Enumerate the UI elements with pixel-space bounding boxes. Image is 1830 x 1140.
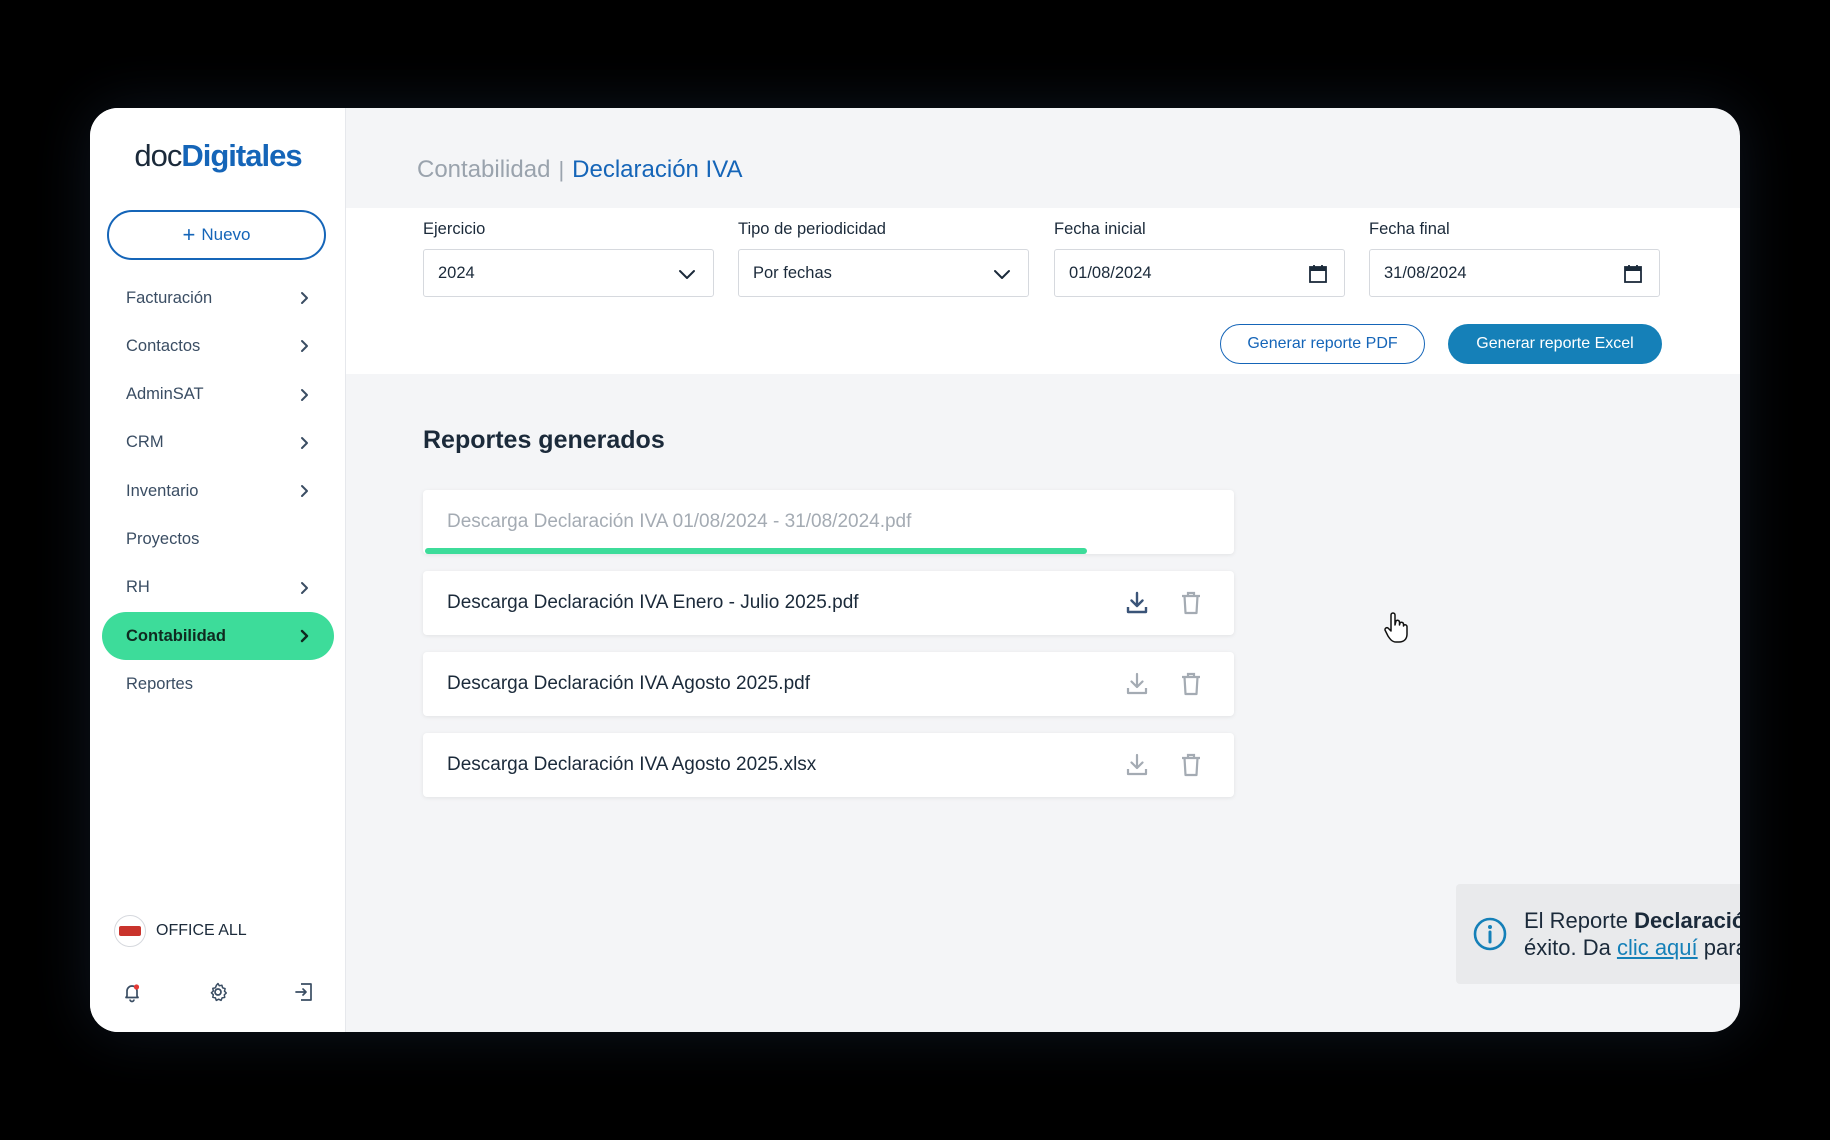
reports-title: Reportes generados [423,426,665,454]
fecha-inicial-value: 01/08/2024 [1069,263,1152,282]
info-icon [1473,917,1507,951]
chevron-right-icon [301,292,308,304]
sidebar-item-label: Contactos [126,336,201,355]
trash-icon[interactable] [1177,589,1205,617]
sidebar-item-facturacion[interactable]: Facturación [102,274,334,322]
sidebar-item-label: RH [126,578,150,597]
report-item: Descarga Declaración IVA Enero - Julio 2… [423,571,1234,635]
chevron-right-icon [301,388,308,401]
sidebar: docDigitales + Nuevo Facturación Contact… [90,108,346,1032]
new-button-label: Nuevo [201,225,251,244]
report-item: Descarga Declaración IVA Agosto 2025.xls… [423,733,1234,797]
new-button[interactable]: + Nuevo [107,210,326,260]
sidebar-item-label: Proyectos [126,529,200,548]
progress-bar-fill [425,548,1087,554]
breadcrumb: Contabilidad | Declaración IVA [417,156,742,184]
sidebar-item-crm[interactable]: CRM [102,419,334,467]
chevron-right-icon [301,340,308,353]
hand-cursor-icon [1384,612,1408,643]
organization-logo [114,915,146,947]
success-toast: El Reporte Declaración IVA se generó con… [1456,884,1740,984]
sidebar-item-label: Contabilidad [126,626,226,645]
chevron-down-icon [994,270,1010,279]
reports-list: Descarga Declaración IVA 01/08/2024 - 31… [423,490,1234,814]
report-name: Descarga Declaración IVA Enero - Julio 2… [447,592,859,613]
main-content: Contabilidad | Declaración IVA Ejercicio… [346,108,1740,1032]
fecha-final-input[interactable]: 31/08/2024 [1369,249,1660,297]
fecha-inicial-input[interactable]: 01/08/2024 [1054,249,1345,297]
trash-icon[interactable] [1177,751,1205,779]
sidebar-item-contabilidad[interactable]: Contabilidad [102,612,334,661]
organization-switcher[interactable]: OFFICE ALL [114,915,247,947]
gear-icon[interactable] [206,980,230,1004]
logo: docDigitales [134,138,302,173]
generate-excel-button[interactable]: Generar reporte Excel [1448,324,1662,364]
filters-panel: Ejercicio 2024 Tipo de periodicidad Por … [346,208,1740,374]
report-item-generating: Descarga Declaración IVA 01/08/2024 - 31… [423,490,1234,554]
toast-link[interactable]: clic aquí [1617,935,1698,960]
logout-icon[interactable] [292,980,316,1004]
bell-icon[interactable] [120,980,144,1004]
sidebar-nav: Facturación Contactos AdminSAT CRM Inven… [90,274,346,708]
fecha-inicial-field: Fecha inicial 01/08/2024 [1054,220,1345,297]
sidebar-item-inventario[interactable]: Inventario [102,467,334,515]
chevron-right-icon [301,581,308,594]
periodicidad-label: Tipo de periodicidad [738,220,886,238]
sidebar-item-proyectos[interactable]: Proyectos [102,515,334,563]
chevron-right-icon [301,436,308,449]
sidebar-item-reportes[interactable]: Reportes [102,660,334,708]
sidebar-item-label: Inventario [126,481,199,500]
fecha-inicial-label: Fecha inicial [1054,220,1146,238]
ejercicio-field: Ejercicio 2024 [423,220,714,297]
organization-name: OFFICE ALL [156,922,247,939]
toast-message: El Reporte Declaración IVA se generó con… [1524,907,1740,961]
ejercicio-value: 2024 [438,263,475,282]
download-icon[interactable] [1123,589,1151,617]
sidebar-item-rh[interactable]: RH [102,564,334,612]
periodicidad-select[interactable]: Por fechas [738,249,1029,297]
sidebar-item-label: Facturación [126,288,213,307]
report-item: Descarga Declaración IVA Agosto 2025.pdf [423,652,1234,716]
report-name: Descarga Declaración IVA 01/08/2024 - 31… [447,511,912,532]
page-title: Declaración IVA [572,156,743,183]
ejercicio-select[interactable]: 2024 [423,249,714,297]
report-name: Descarga Declaración IVA Agosto 2025.pdf [447,673,810,694]
fecha-final-label: Fecha final [1369,220,1450,238]
fecha-final-field: Fecha final 31/08/2024 [1369,220,1660,297]
sidebar-item-label: CRM [126,433,164,452]
sidebar-item-adminsat[interactable]: AdminSAT [102,371,334,419]
sidebar-item-contactos[interactable]: Contactos [102,322,334,370]
plus-icon: + [182,222,196,247]
calendar-icon[interactable] [1621,262,1645,286]
generate-pdf-button[interactable]: Generar reporte PDF [1220,324,1425,364]
chevron-right-icon [301,485,308,498]
breadcrumb-parent[interactable]: Contabilidad [417,156,550,184]
chevron-down-icon [679,270,695,279]
fecha-final-value: 31/08/2024 [1384,263,1467,282]
trash-icon[interactable] [1177,670,1205,698]
progress-bar [425,548,1232,554]
sidebar-item-label: AdminSAT [126,385,204,404]
app-window: docDigitales + Nuevo Facturación Contact… [90,108,1740,1032]
toast-report-name: Declaración IVA [1634,908,1740,933]
periodicidad-value: Por fechas [753,263,832,282]
sidebar-item-label: Reportes [126,674,193,693]
chevron-right-icon [300,629,309,643]
calendar-icon[interactable] [1306,262,1330,286]
ejercicio-label: Ejercicio [423,220,486,238]
breadcrumb-separator: | [558,157,565,182]
report-name: Descarga Declaración IVA Agosto 2025.xls… [447,754,817,775]
download-icon[interactable] [1123,670,1151,698]
periodicidad-field: Tipo de periodicidad Por fechas [738,220,1029,297]
download-icon[interactable] [1123,751,1151,779]
